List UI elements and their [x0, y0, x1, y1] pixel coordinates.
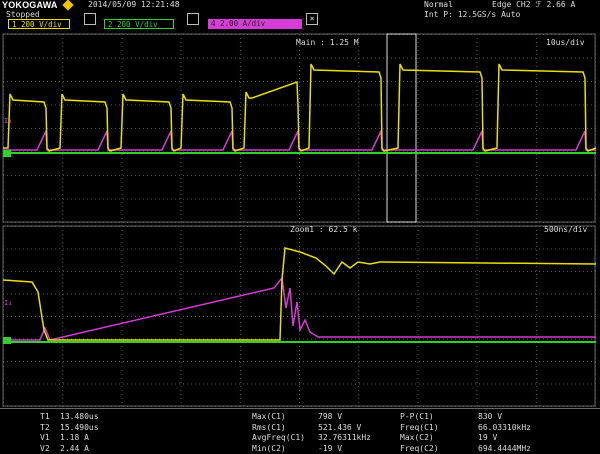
zoom-grid — [2, 225, 596, 407]
m2-value-1: 66.03310kHz — [478, 422, 531, 432]
cursor-values: 13.480us 15.490us 1.18 A 2.44 A — [60, 412, 99, 454]
cursor-v1: 1.18 A — [60, 433, 89, 442]
cursor-v2: 2.44 A — [60, 443, 89, 453]
m1-label-3: Min(C2) — [252, 443, 286, 453]
zoom-timebase: 500ns/div — [544, 225, 588, 234]
m2-label-1: Freq(C1) — [400, 422, 439, 432]
channel-2-setting[interactable]: 2 200 V/div — [104, 19, 174, 29]
m2-value-3: 694.4444MHz — [478, 443, 531, 453]
checkbox-icon[interactable] — [84, 13, 96, 25]
zoom-trace-ch4 — [3, 276, 596, 341]
channel-4-scale: 2.00 A/div — [220, 19, 266, 28]
measure-col1-labels: Max(C1) Rms(C1) AvgFreq(C1) Min(C2) — [252, 412, 305, 454]
datetime: 2014/05/09 12:21:48 — [88, 0, 180, 9]
m1-value-1: 521.436 V — [318, 422, 362, 432]
zoom-ch4-marker: I₄ — [4, 299, 12, 307]
m2-label-0: P-P(C1) — [400, 412, 434, 421]
trigger-setting: Edge CH2 ℱ 2.66 A — [492, 0, 576, 9]
m1-value-0: 798 V — [318, 412, 343, 421]
cursor-t2: 15.490us — [60, 422, 99, 432]
m2-value-2: 19 V — [478, 433, 498, 442]
measure-col2-labels: P-P(C1) Freq(C1) Max(C2) Freq(C2) — [400, 412, 439, 454]
m1-label-1: Rms(C1) — [252, 422, 286, 432]
zoom-panel-title: Zoom1 : 62.5 k — [290, 225, 358, 234]
trigger-mode: Normal — [424, 0, 453, 9]
channel-2-id: 2 — [108, 20, 113, 29]
main-trace-ch1 — [3, 63, 597, 152]
main-grid — [2, 33, 596, 223]
close-icon[interactable]: × — [306, 13, 318, 25]
cursor-t1: 13.480us — [60, 412, 99, 421]
zoom-ch2-ground-marker[interactable] — [3, 337, 11, 344]
main-ch2-ground-marker[interactable] — [3, 150, 11, 157]
cursor-labels: T1 T2 V1 V2 — [40, 412, 50, 453]
m1-value-3: -19 V — [318, 443, 343, 453]
waveform-display[interactable]: I₄ I₄ — [0, 30, 600, 408]
measure-col1-values: 798 V 521.436 V 32.76311kHz -19 V — [318, 412, 371, 454]
status-header: YOKOGAWA 2014/05/09 12:21:48 Stopped 1 2… — [0, 0, 600, 30]
m2-label-2: Max(C2) — [400, 433, 434, 442]
sample-rate: Int P: 12.5GS/s Auto — [424, 10, 521, 19]
channel-1-id: 1 — [12, 20, 17, 29]
checkbox-icon[interactable] — [187, 13, 199, 25]
channel-4-id: 4 — [211, 19, 216, 28]
main-panel-title: Main : 1.25 M — [296, 38, 359, 47]
channel-4-setting[interactable]: 4 2.00 A/div — [208, 19, 302, 29]
m1-value-2: 32.76311kHz — [318, 433, 371, 442]
measure-col2-values: 830 V 66.03310kHz 19 V 694.4444MHz — [478, 412, 531, 454]
m1-label-2: AvgFreq(C1) — [252, 433, 305, 442]
brand-logo: YOKOGAWA — [2, 0, 58, 10]
brand-diamond-icon — [62, 0, 74, 11]
measurement-panel: T1 T2 V1 V2 13.480us 15.490us 1.18 A 2.4… — [0, 408, 600, 453]
main-ch4-marker: I₄ — [4, 117, 12, 125]
m2-value-0: 830 V — [478, 412, 503, 421]
main-timebase: 10us/div — [546, 38, 585, 47]
m2-label-3: Freq(C2) — [400, 443, 439, 453]
channel-2-scale: 200 V/div — [117, 20, 158, 29]
acquisition-state: Stopped — [6, 10, 40, 19]
channel-1-scale: 200 V/div — [21, 20, 62, 29]
channel-1-setting[interactable]: 1 200 V/div — [8, 19, 70, 29]
m1-label-0: Max(C1) — [252, 412, 286, 421]
